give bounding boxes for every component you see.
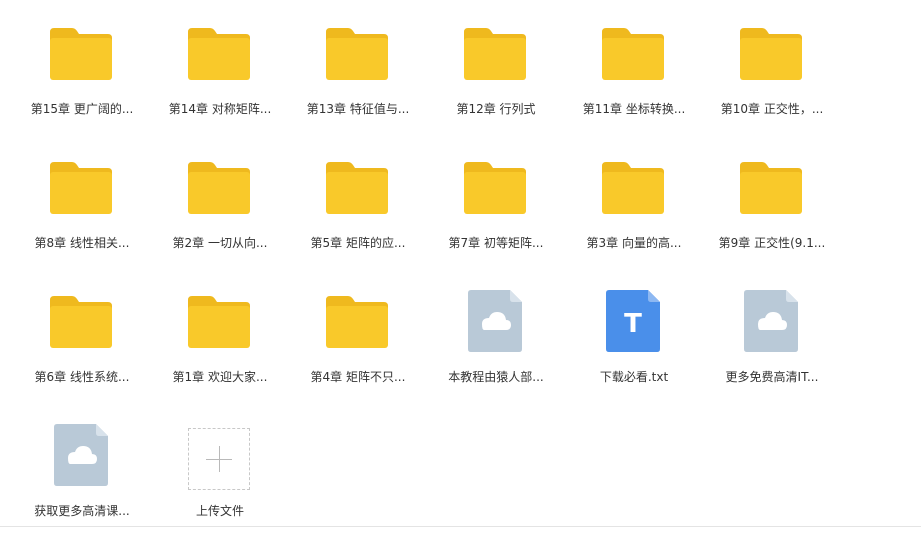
item-icon — [602, 28, 666, 92]
item-icon — [326, 28, 390, 92]
item-icon — [188, 296, 252, 360]
folder-icon — [602, 28, 664, 80]
folder-item[interactable]: 第7章 初等矩阵... — [426, 154, 566, 274]
folder-item[interactable]: 第12章 行列式 — [426, 20, 566, 140]
folder-item[interactable]: 第14章 对称矩阵... — [150, 20, 290, 140]
folder-icon — [464, 162, 526, 214]
item-label: 第13章 特征值与... — [306, 102, 410, 116]
file-item[interactable]: T 下载必看.txt — [564, 288, 704, 408]
text-file-icon: T — [606, 290, 660, 352]
item-icon — [326, 296, 390, 360]
plus-icon-vertical — [219, 446, 220, 472]
item-label: 第8章 线性相关... — [34, 236, 130, 250]
file-item[interactable]: 更多免费高清IT... — [702, 288, 842, 408]
folder-item[interactable]: 第13章 特征值与... — [288, 20, 428, 140]
item-label: 第14章 对称矩阵... — [168, 102, 272, 116]
item-label: 第5章 矩阵的应... — [310, 236, 406, 250]
folder-item[interactable]: 第9章 正交性(9.1... — [702, 154, 842, 274]
item-icon — [326, 162, 390, 226]
item-label: 第12章 行列式 — [456, 102, 536, 116]
item-label: 第10章 正交性，... — [720, 102, 824, 116]
item-icon — [468, 290, 532, 354]
folder-icon — [326, 162, 388, 214]
cloud-file-icon — [744, 290, 798, 352]
item-icon — [744, 290, 808, 354]
folder-icon — [188, 296, 250, 348]
item-label: 第7章 初等矩阵... — [448, 236, 544, 250]
folder-item[interactable]: 第8章 线性相关... — [12, 154, 152, 274]
folder-icon — [188, 28, 250, 80]
folder-item[interactable]: 第4章 矩阵不只... — [288, 288, 428, 408]
folder-item[interactable]: 第11章 坐标转换... — [564, 20, 704, 140]
folder-icon — [188, 162, 250, 214]
cloud-file-icon — [468, 290, 522, 352]
folder-icon — [740, 28, 802, 80]
folder-icon — [50, 28, 112, 80]
item-icon — [464, 28, 528, 92]
divider — [0, 526, 921, 527]
folder-icon — [50, 296, 112, 348]
item-icon: T — [606, 290, 670, 354]
item-label: 本教程由猿人部... — [448, 370, 544, 384]
item-label: 第9章 正交性(9.1... — [718, 236, 826, 250]
item-label: 第15章 更广阔的... — [30, 102, 134, 116]
item-label: 第4章 矩阵不只... — [310, 370, 406, 384]
folder-icon — [326, 28, 388, 80]
folder-icon — [464, 28, 526, 80]
item-icon — [602, 162, 666, 226]
item-label: 第3章 向量的高... — [586, 236, 682, 250]
upload-box[interactable] — [188, 428, 250, 490]
item-icon — [464, 162, 528, 226]
item-icon — [54, 424, 118, 488]
item-icon — [50, 162, 114, 226]
folder-item[interactable]: 第1章 欢迎大家... — [150, 288, 290, 408]
folder-item[interactable]: 第10章 正交性，... — [702, 20, 842, 140]
folder-item[interactable]: 第5章 矩阵的应... — [288, 154, 428, 274]
folder-item[interactable]: 第3章 向量的高... — [564, 154, 704, 274]
item-icon — [50, 296, 114, 360]
folder-icon — [602, 162, 664, 214]
item-label: 第1章 欢迎大家... — [172, 370, 268, 384]
file-item[interactable]: 本教程由猿人部... — [426, 288, 566, 408]
folder-item[interactable]: 第6章 线性系统... — [12, 288, 152, 408]
item-label: 下载必看.txt — [599, 370, 669, 384]
folder-item[interactable]: 第15章 更广阔的... — [12, 20, 152, 140]
svg-text:T: T — [624, 309, 642, 339]
upload-file-button[interactable]: 上传文件 — [150, 428, 290, 548]
item-label: 第11章 坐标转换... — [582, 102, 686, 116]
cloud-file-icon — [54, 424, 108, 486]
folder-icon — [326, 296, 388, 348]
item-icon — [188, 28, 252, 92]
item-icon — [740, 28, 804, 92]
item-label: 第2章 一切从向... — [172, 236, 268, 250]
item-icon — [50, 28, 114, 92]
item-icon — [188, 162, 252, 226]
item-label: 第6章 线性系统... — [34, 370, 130, 384]
file-item[interactable]: 获取更多高清课... — [12, 422, 152, 542]
item-label: 更多免费高清IT... — [725, 370, 819, 384]
item-icon — [740, 162, 804, 226]
item-label: 获取更多高清课... — [34, 504, 130, 518]
folder-icon — [740, 162, 802, 214]
upload-label: 上传文件 — [195, 504, 244, 518]
folder-item[interactable]: 第2章 一切从向... — [150, 154, 290, 274]
folder-icon — [50, 162, 112, 214]
